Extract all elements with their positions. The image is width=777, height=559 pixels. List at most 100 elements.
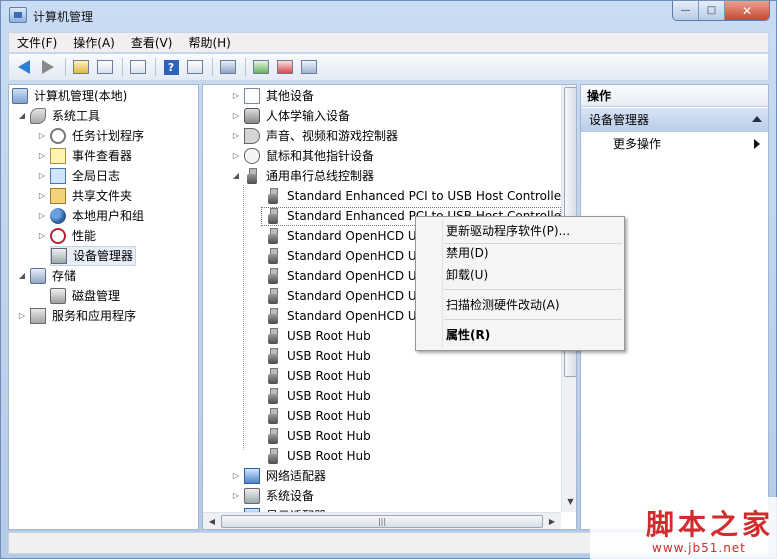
tree-item-root[interactable]: 计算机管理(本地): [12, 86, 129, 106]
menu-view[interactable]: 查看(V): [123, 34, 181, 51]
usb-device-row[interactable]: Standard OpenHCD US: [265, 246, 426, 266]
usb-device-row[interactable]: Standard OpenHCD US: [265, 286, 426, 306]
expand-icon[interactable]: ▷: [231, 126, 241, 146]
device-category[interactable]: ▷ 其他设备: [231, 86, 316, 106]
shared-folder-icon: [50, 188, 66, 204]
expand-icon[interactable]: ▷: [231, 486, 241, 506]
device-category[interactable]: ▷ 人体学输入设备: [231, 106, 352, 126]
show-hide-tree-button[interactable]: [94, 57, 116, 77]
uninstall-icon: [277, 60, 293, 74]
tree-item-shared-folders[interactable]: ▷ 共享文件夹: [37, 186, 134, 206]
export-list-button[interactable]: [127, 57, 149, 77]
back-button[interactable]: [13, 57, 35, 77]
ctx-scan-hardware[interactable]: 扫描检测硬件改动(A): [446, 295, 560, 315]
show-action-pane-button[interactable]: [184, 57, 206, 77]
tree-item-label: 本地用户和组: [72, 209, 145, 223]
device-label: USB Root Hub: [287, 389, 371, 403]
tree-item-performance[interactable]: ▷ 性能: [37, 226, 98, 246]
tree-item-event-viewer[interactable]: ▷ 事件查看器: [37, 146, 134, 166]
tree-item-system-tools[interactable]: ◢ 系统工具: [17, 106, 102, 126]
ctx-uninstall[interactable]: 卸载(U): [446, 265, 488, 285]
expand-icon[interactable]: ▷: [37, 166, 47, 186]
usb-device-row[interactable]: USB Root Hub: [265, 366, 373, 386]
usb-device-row[interactable]: Standard OpenHCD US: [265, 226, 426, 246]
tree-item-task-scheduler[interactable]: ▷ 任务计划程序: [37, 126, 146, 146]
expand-icon[interactable]: ▷: [231, 86, 241, 106]
ctx-properties[interactable]: 属性(R): [446, 325, 490, 345]
expand-icon[interactable]: ▷: [37, 226, 47, 246]
usb-device-row[interactable]: USB Root Hub: [265, 446, 373, 466]
scroll-right-icon[interactable]: ▶: [545, 515, 559, 528]
usb-device-row[interactable]: Standard Enhanced PCI to USB Host Contro…: [265, 186, 568, 206]
collapse-icon[interactable]: ◢: [17, 106, 27, 126]
device-category[interactable]: ◢ 通用串行总线控制器: [231, 166, 376, 186]
usb-device-row[interactable]: USB Root Hub: [265, 346, 373, 366]
usb-connector-icon: [268, 288, 278, 304]
ctx-update-driver[interactable]: 更新驱动程序软件(P)...: [446, 221, 570, 241]
usb-device-row[interactable]: USB Root Hub: [265, 426, 373, 446]
actions-section-device-manager[interactable]: 设备管理器: [581, 108, 768, 132]
help-button[interactable]: ?: [160, 57, 182, 77]
speaker-icon: [244, 128, 260, 144]
device-category[interactable]: ▷ 声音、视频和游戏控制器: [231, 126, 400, 146]
tree-item-device-manager[interactable]: 设备管理器: [50, 246, 137, 266]
maximize-button[interactable]: □: [699, 1, 725, 20]
disable-button[interactable]: [298, 57, 320, 77]
device-category[interactable]: ▷ 鼠标和其他指针设备: [231, 146, 376, 166]
expand-icon[interactable]: ▷: [37, 126, 47, 146]
usb-connector-icon: [268, 228, 278, 244]
expand-icon[interactable]: ▷: [17, 306, 27, 326]
usb-device-row[interactable]: USB Root Hub: [265, 326, 373, 346]
toolbar-separator: [155, 58, 156, 76]
expand-icon[interactable]: ▷: [231, 106, 241, 126]
tree-item-storage[interactable]: ◢ 存储: [17, 266, 78, 286]
tree-item-disk-management[interactable]: 磁盘管理: [50, 286, 122, 306]
device-category-label: 人体学输入设备: [266, 109, 351, 123]
collapse-up-icon[interactable]: [752, 116, 762, 122]
users-icon: [50, 208, 66, 224]
forward-button[interactable]: [37, 57, 59, 77]
expand-icon[interactable]: ▷: [231, 466, 241, 486]
folder-up-icon: [73, 60, 89, 74]
tree-item-global-log[interactable]: ▷ 全局日志: [37, 166, 122, 186]
usb-device-row[interactable]: USB Root Hub: [265, 406, 373, 426]
expand-icon[interactable]: ▷: [231, 146, 241, 166]
collapse-icon[interactable]: ◢: [231, 166, 241, 186]
usb-device-row[interactable]: Standard OpenHCD US: [265, 306, 426, 326]
device-category[interactable]: ▷ 网络适配器: [231, 466, 328, 486]
computer-management-icon: [9, 7, 27, 23]
scan-hardware-button[interactable]: [217, 57, 239, 77]
uninstall-button[interactable]: [274, 57, 296, 77]
clock-icon: [50, 128, 66, 144]
close-button[interactable]: ✕: [725, 1, 769, 20]
menu-help[interactable]: 帮助(H): [180, 34, 238, 51]
expand-icon[interactable]: ▷: [37, 186, 47, 206]
back-arrow-icon: [18, 60, 30, 74]
ctx-disable[interactable]: 禁用(D): [446, 243, 489, 263]
watermark: 脚本之家 www.jb51.net: [590, 497, 777, 559]
minimize-button[interactable]: —: [673, 1, 699, 20]
tree-item-services[interactable]: ▷ 服务和应用程序: [17, 306, 138, 326]
tree-item-label: 全局日志: [72, 169, 121, 183]
collapse-icon[interactable]: ◢: [17, 266, 27, 286]
menu-action[interactable]: 操作(A): [65, 34, 123, 51]
device-category-label: 声音、视频和游戏控制器: [266, 129, 399, 143]
expand-icon[interactable]: ▷: [37, 206, 47, 226]
more-actions-item[interactable]: 更多操作: [581, 133, 768, 155]
up-level-button[interactable]: [70, 57, 92, 77]
network-adapter-icon: [244, 468, 260, 484]
horizontal-scrollbar[interactable]: ◀ ||| ▶: [203, 512, 561, 529]
console-tree-icon: [97, 60, 113, 74]
usb-device-row[interactable]: Standard OpenHCD US: [265, 266, 426, 286]
usb-connector-icon: [268, 188, 278, 204]
menu-file[interactable]: 文件(F): [9, 34, 65, 51]
horizontal-scroll-thumb[interactable]: |||: [221, 515, 543, 528]
scroll-down-icon[interactable]: ▼: [564, 497, 576, 510]
scroll-left-icon[interactable]: ◀: [205, 515, 219, 528]
expand-icon[interactable]: ▷: [37, 146, 47, 166]
update-driver-button[interactable]: [250, 57, 272, 77]
tree-item-local-users[interactable]: ▷ 本地用户和组: [37, 206, 146, 226]
usb-device-row[interactable]: USB Root Hub: [265, 386, 373, 406]
tools-icon: [30, 108, 46, 124]
device-category[interactable]: ▷ 系统设备: [231, 486, 316, 506]
